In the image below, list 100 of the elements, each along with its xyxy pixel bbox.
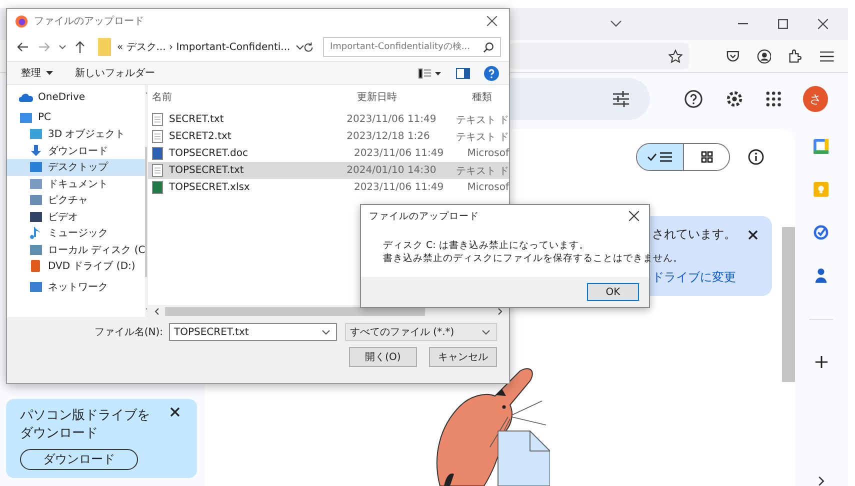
file-row[interactable]: TOPSECRET.doc 2023/11/06 11:49 Microsof <box>148 145 509 162</box>
person-icon[interactable] <box>815 268 827 283</box>
file-row[interactable]: SECRET.txt 2023/11/06 11:49 テキスト ド <box>148 111 509 128</box>
organize-menu-button[interactable]: 整理 <box>17 66 57 80</box>
close-icon[interactable] <box>748 230 758 240</box>
nav-item[interactable]: OneDrive <box>7 89 146 106</box>
alert-message: ディスク C: は書き込み禁止になっています。 <box>383 239 590 252</box>
modified-date: 2023/11/06 11:49 <box>354 182 445 193</box>
text-file-icon <box>152 113 163 126</box>
scroll-left-icon[interactable] <box>154 308 159 314</box>
file-name: TOPSECRET.txt <box>169 165 244 176</box>
close-icon[interactable] <box>170 407 180 417</box>
column-header[interactable]: 名前 <box>150 90 357 104</box>
back-arrow-icon[interactable] <box>17 42 29 52</box>
promo-text: パソコン版ドライブをダウンロード <box>20 407 150 443</box>
chevron-right-icon[interactable] <box>818 476 824 486</box>
file-row[interactable]: TOPSECRET.txt 2024/01/10 14:30 テキスト ド <box>148 162 509 179</box>
search-icon[interactable] <box>483 42 494 52</box>
settings-icon[interactable] <box>725 89 744 109</box>
nav-item[interactable]: DVD ドライブ (D:) <box>7 258 146 274</box>
download-button[interactable]: ダウンロード <box>20 449 138 470</box>
file-type: テキスト ド <box>456 164 509 178</box>
browser-logo-icon <box>15 14 28 28</box>
nav-item[interactable]: PC <box>7 110 146 126</box>
maximize-icon[interactable] <box>778 19 788 29</box>
file-type-dropdown[interactable]: すべてのファイル (*.*) <box>345 323 497 341</box>
view-toggle[interactable] <box>636 143 730 171</box>
text-file-icon <box>152 130 163 143</box>
download-arrow-icon <box>29 144 43 157</box>
list-view-button[interactable] <box>637 144 683 170</box>
modified-date: 2023/11/06 11:49 <box>346 114 438 125</box>
nav-item[interactable]: デスクトップ <box>7 159 146 176</box>
scrollbar-thumb[interactable] <box>165 306 425 316</box>
file-row[interactable]: TOPSECRET.xlsx 2023/11/06 11:49 Microsof <box>148 179 509 196</box>
file-name-label: ファイル名(N): <box>94 326 163 339</box>
nav-item[interactable]: ピクチャ <box>7 192 146 208</box>
refresh-icon[interactable] <box>303 42 314 52</box>
change-drive-link[interactable]: ドライブに変更 <box>652 269 758 286</box>
nav-item[interactable]: ドキュメント <box>7 176 146 192</box>
modified-date: 2023/12/18 1:26 <box>346 131 431 142</box>
search-field[interactable]: Important-Confidentialityの検... <box>323 37 501 57</box>
nav-item[interactable]: 3D オブジェクト <box>7 126 146 142</box>
plus-icon[interactable] <box>814 356 828 368</box>
address-bar[interactable]: « デスク... › Important-Confidenti... <box>94 37 294 57</box>
column-header[interactable]: 更新日時 <box>357 90 472 104</box>
caret-icon[interactable] <box>482 330 490 334</box>
calendar-icon[interactable] <box>813 139 829 154</box>
ok-button[interactable]: OK <box>587 283 639 301</box>
scrollbar-thumb[interactable] <box>782 227 795 382</box>
nav-item[interactable]: ローカル ディスク (C <box>7 242 146 258</box>
chevron-down-icon[interactable] <box>610 20 622 28</box>
close-icon[interactable] <box>487 16 497 26</box>
caret-icon[interactable] <box>322 330 330 334</box>
file-type: Microsof <box>467 148 509 159</box>
nav-item[interactable]: ビデオ <box>7 208 146 225</box>
open-button[interactable]: 開く(O) <box>349 347 417 367</box>
new-folder-button[interactable]: 新しいフォルダー <box>71 66 159 80</box>
up-arrow-icon[interactable] <box>75 41 85 53</box>
grid-icon <box>700 151 712 163</box>
modified-date: 2023/11/06 11:49 <box>354 148 445 159</box>
info-icon[interactable] <box>748 149 764 165</box>
checklist-icon <box>647 151 673 163</box>
nav-item[interactable]: ミュージック <box>7 225 146 242</box>
scroll-right-icon[interactable] <box>498 308 503 314</box>
modified-date: 2024/01/10 14:30 <box>346 165 438 176</box>
menu-icon[interactable] <box>820 50 834 62</box>
help-icon[interactable] <box>684 89 704 109</box>
caret-icon[interactable] <box>59 44 66 50</box>
nav-item[interactable]: ダウンロード <box>7 142 146 159</box>
filter-sliders-icon[interactable] <box>612 91 630 107</box>
alert-title: ファイルのアップロード <box>369 210 479 222</box>
puzzle-icon[interactable] <box>788 48 804 64</box>
notice-text: されています。 <box>652 226 736 243</box>
file-row[interactable]: SECRET2.txt 2023/12/18 1:26 テキスト ド <box>148 128 509 145</box>
file-name: SECRET2.txt <box>169 131 232 142</box>
pocket-icon[interactable] <box>726 50 740 62</box>
file-type: Microsof <box>467 182 509 193</box>
account-icon[interactable] <box>756 48 772 64</box>
view-options-icon[interactable] <box>418 68 442 78</box>
close-icon[interactable] <box>818 19 828 29</box>
check-circle-icon[interactable] <box>813 224 829 240</box>
nav-item[interactable]: ネットワーク <box>7 278 146 295</box>
close-icon[interactable] <box>629 211 639 221</box>
text-file-icon <box>152 164 163 177</box>
apps-grid-icon[interactable] <box>766 91 782 107</box>
file-name-field[interactable]: TOPSECRET.txt <box>169 323 337 341</box>
file-name: TOPSECRET.doc <box>169 148 248 159</box>
caret-icon[interactable] <box>296 44 304 50</box>
star-icon[interactable] <box>668 48 683 64</box>
dialog-title: ファイルのアップロード <box>34 14 144 28</box>
grid-view-button[interactable] <box>683 144 729 170</box>
cancel-button[interactable]: キャンセル <box>429 347 497 367</box>
preview-pane-icon[interactable] <box>456 68 470 78</box>
column-header[interactable]: 種類 <box>472 90 509 104</box>
file-type: テキスト ド <box>456 114 509 126</box>
file-type: テキスト ド <box>456 130 509 144</box>
alert-message: 書き込み禁止のディスクにファイルを保存することはできません。 <box>383 252 683 265</box>
account-avatar[interactable]: さ <box>803 86 828 112</box>
minimize-icon[interactable] <box>738 23 748 25</box>
cloud-icon <box>19 91 33 104</box>
